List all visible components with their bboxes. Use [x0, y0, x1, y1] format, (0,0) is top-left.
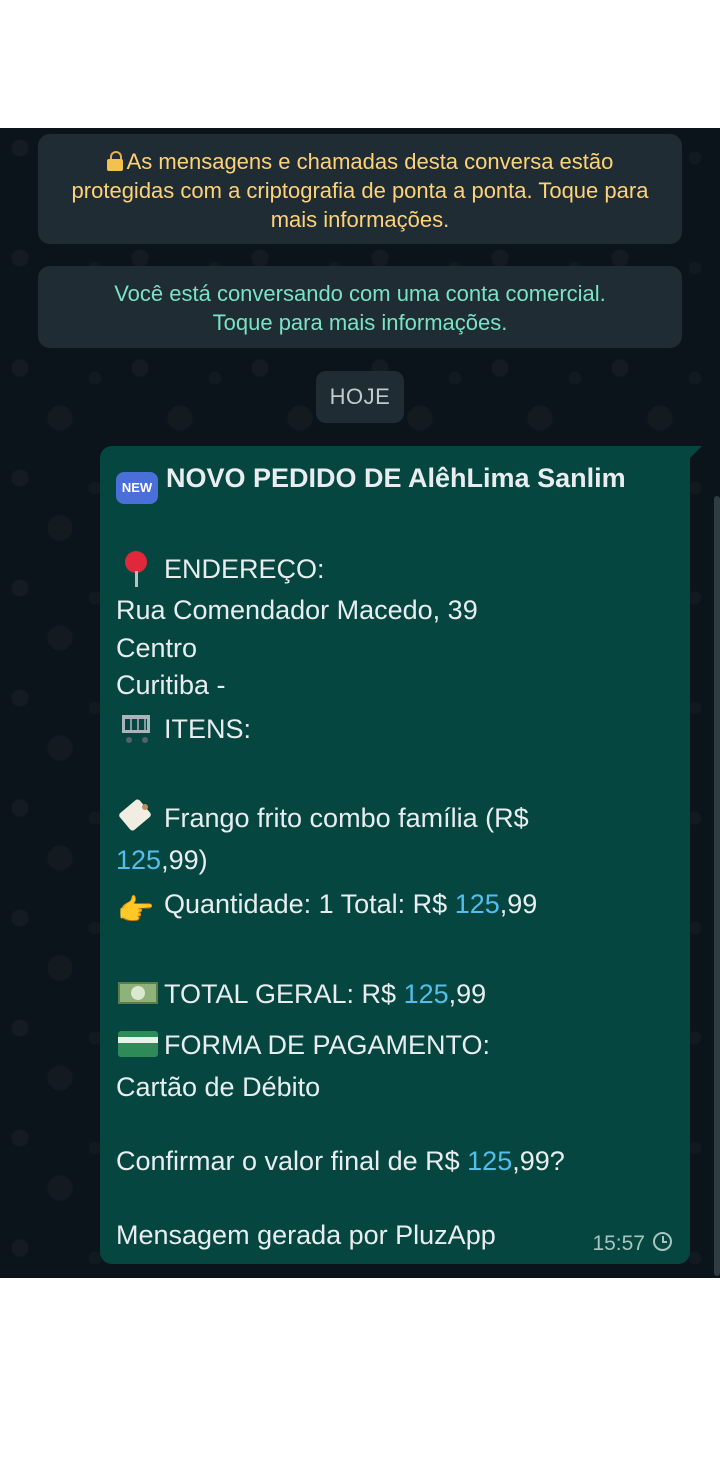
items-label-line: ITENS:: [116, 709, 251, 747]
message-bubble[interactable]: NEW NOVO PEDIDO DE AlêhLima Sanlim ENDERE…: [100, 446, 702, 1264]
label-tag-icon: [116, 798, 156, 834]
item-price-number-link[interactable]: 125: [116, 845, 161, 875]
grand-total-number-link[interactable]: 125: [404, 979, 449, 1009]
quantity-total-number-link[interactable]: 125: [455, 889, 500, 919]
dollar-banknote-icon: [116, 974, 158, 1010]
item-line: Frango frito combo família (R$: [116, 798, 529, 836]
confirm-text: Confirmar o valor final de R$: [116, 1146, 468, 1176]
message-title: NOVO PEDIDO DE AlêhLima Sanlim: [166, 463, 626, 493]
item-price-tail: ,99): [161, 845, 208, 875]
message-footer: Mensagem gerada por PluzApp: [116, 1220, 496, 1250]
confirm-tail: ,99?: [512, 1146, 565, 1176]
grand-total-decimal: ,99: [448, 979, 487, 1009]
item-price-line: 125,99): [116, 842, 208, 878]
quantity-text: Quantidade: 1 Total: R$: [164, 889, 455, 919]
new-badge-icon: NEW: [116, 472, 158, 504]
address-street: Rua Comendador Macedo, 39: [116, 595, 478, 625]
grand-total-line: TOTAL GERAL: R$ 125,99: [116, 974, 486, 1012]
chat-area[interactable]: As mensagens e chamadas desta conversa e…: [0, 128, 720, 1278]
message-title-line: NEW NOVO PEDIDO DE AlêhLima Sanlim: [116, 460, 626, 504]
credit-card-icon: [116, 1025, 158, 1061]
address-city: Curitiba -: [116, 670, 226, 700]
address-district: Centro: [116, 633, 198, 663]
bottom-area: [0, 1278, 720, 1480]
address-label: ENDEREÇO:: [164, 554, 325, 584]
quantity-line: 👉 Quantidade: 1 Total: R$ 125,99: [116, 886, 537, 929]
business-notice-line1: Você está conversando com uma conta come…: [114, 281, 606, 306]
grand-total-text: TOTAL GERAL: R$: [164, 979, 404, 1009]
payment-label-line: FORMA DE PAGAMENTO:: [116, 1025, 490, 1063]
date-chip: HOJE: [316, 371, 404, 423]
business-account-notice[interactable]: Você está conversando com uma conta come…: [38, 266, 682, 348]
lock-icon: [106, 151, 123, 171]
pending-clock-icon: [653, 1232, 672, 1251]
scrollbar[interactable]: [714, 496, 720, 1276]
business-notice-line2: Toque para mais informações.: [212, 310, 508, 335]
confirm-number-link[interactable]: 125: [467, 1146, 512, 1176]
encryption-notice-text: As mensagens e chamadas desta conversa e…: [71, 149, 649, 232]
status-bar-area: [0, 0, 720, 128]
pushpin-icon: [116, 549, 156, 587]
address-label-line: ENDEREÇO:: [116, 549, 325, 587]
item-name: Frango frito combo família (R$: [164, 803, 529, 833]
shopping-cart-icon: [116, 709, 156, 745]
message-meta: 15:57: [592, 1230, 672, 1258]
pointing-hand-icon: 👉: [117, 894, 155, 927]
payment-method: Cartão de Débito: [116, 1072, 321, 1102]
payment-label: FORMA DE PAGAMENTO:: [164, 1030, 491, 1060]
confirm-line: Confirmar o valor final de R$ 125,99?: [116, 1143, 565, 1179]
items-label: ITENS:: [164, 714, 252, 744]
quantity-total-decimal: ,99: [499, 889, 538, 919]
message-time: 15:57: [592, 1232, 645, 1255]
encryption-notice[interactable]: As mensagens e chamadas desta conversa e…: [38, 134, 682, 244]
